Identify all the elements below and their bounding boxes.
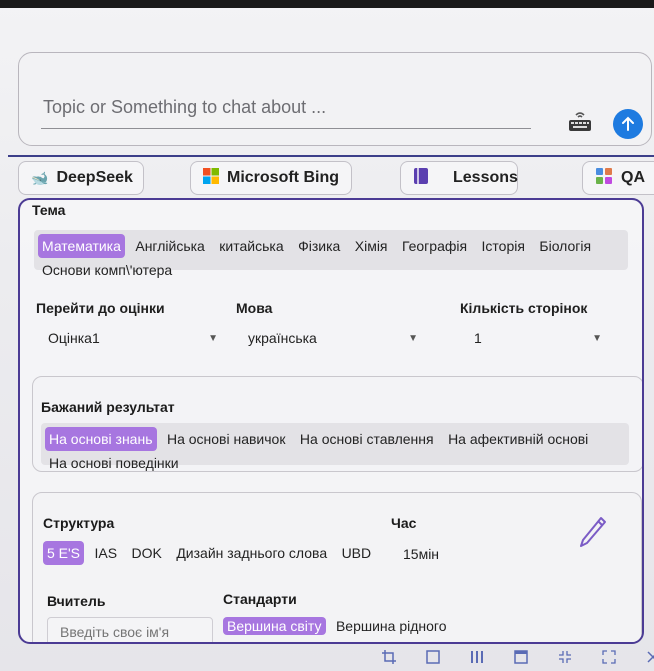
standards-chip-native[interactable]: Вершина рідного bbox=[332, 617, 451, 635]
pages-value: 1 bbox=[474, 330, 482, 346]
standards-label: Стандарти bbox=[223, 591, 297, 607]
topic-chip-history[interactable]: Історія bbox=[478, 234, 529, 258]
crop-icon[interactable] bbox=[380, 648, 398, 666]
outcome-title: Бажаний результат bbox=[41, 399, 175, 415]
shrink-icon[interactable] bbox=[556, 648, 574, 666]
chat-input[interactable] bbox=[41, 93, 531, 129]
outcome-chip-skills[interactable]: На основі навичок bbox=[163, 427, 290, 451]
pages-label: Кількість сторінок bbox=[460, 300, 588, 316]
grade-value: Оцінка1 bbox=[48, 330, 100, 346]
tab-microsoft-bing-label: Microsoft Bing bbox=[227, 169, 339, 186]
structure-chip-dok[interactable]: DOK bbox=[128, 541, 166, 565]
chat-input-container bbox=[18, 52, 652, 146]
chevron-down-icon: ▼ bbox=[408, 332, 418, 344]
tab-deepseek-label: DeepSeek bbox=[56, 169, 133, 186]
time-value[interactable]: 15мін bbox=[403, 546, 439, 562]
structure-chip-ias[interactable]: IAS bbox=[90, 541, 121, 565]
structure-chip-5es[interactable]: 5 E'S bbox=[43, 541, 85, 565]
columns-icon[interactable] bbox=[468, 648, 486, 666]
top-band bbox=[0, 0, 654, 8]
square-icon[interactable] bbox=[424, 648, 442, 666]
structure-chips: 5 E'S IAS DOK Дизайн заднього слова UBD bbox=[43, 541, 377, 565]
topic-chip-chemistry[interactable]: Хімія bbox=[351, 234, 392, 258]
structure-title: Структура bbox=[43, 515, 115, 531]
microsoft-logo-icon bbox=[203, 167, 219, 189]
send-button[interactable] bbox=[613, 109, 643, 139]
close-icon[interactable] bbox=[644, 648, 654, 666]
teacher-label: Вчитель bbox=[47, 593, 106, 609]
outcome-chip-behavior[interactable]: На основі поведінки bbox=[45, 451, 183, 475]
structure-card: Структура 5 E'S IAS DOK Дизайн заднього … bbox=[32, 492, 642, 642]
grade-select[interactable]: Оцінка1 ▼ bbox=[48, 330, 218, 346]
chevron-down-icon: ▼ bbox=[208, 332, 218, 344]
topic-chip-computer[interactable]: Основи комп\'ютера bbox=[38, 258, 176, 282]
lesson-settings-panel: Тема Математика Англійська китайська Фіз… bbox=[18, 198, 644, 644]
topic-chip-biology[interactable]: Біологія bbox=[535, 234, 595, 258]
outcome-chips: На основі знань На основі навичок На осн… bbox=[41, 423, 629, 471]
grade-label: Перейти до оцінки bbox=[36, 300, 165, 316]
language-value: українська bbox=[248, 330, 317, 346]
structure-chip-backward-design[interactable]: Дизайн заднього слова bbox=[172, 541, 331, 565]
expand-icon[interactable] bbox=[600, 648, 618, 666]
outcome-chip-knowledge[interactable]: На основі знань bbox=[45, 427, 157, 451]
time-label: Час bbox=[391, 515, 417, 531]
outcome-chip-affective[interactable]: На афективній основі bbox=[444, 427, 592, 451]
topic-chip-geography[interactable]: Географія bbox=[398, 234, 471, 258]
book-icon bbox=[413, 167, 429, 190]
structure-chip-ubd[interactable]: UBD bbox=[338, 541, 376, 565]
topic-chip-math[interactable]: Математика bbox=[38, 234, 125, 258]
topic-chip-physics[interactable]: Фізика bbox=[294, 234, 344, 258]
topic-chips: Математика Англійська китайська Фізика Х… bbox=[34, 230, 628, 278]
deepseek-icon: 🐋 bbox=[31, 169, 49, 186]
chevron-down-icon: ▼ bbox=[592, 332, 602, 344]
tab-microsoft-bing[interactable]: Microsoft Bing bbox=[190, 161, 352, 195]
tab-qa[interactable]: QA bbox=[582, 161, 654, 195]
pages-select[interactable]: 1 ▼ bbox=[474, 330, 602, 346]
topic-chip-english[interactable]: Англійська bbox=[131, 234, 208, 258]
arrow-up-icon bbox=[622, 116, 634, 131]
standards-chip-world[interactable]: Вершина світу bbox=[223, 617, 326, 635]
qa-icon bbox=[595, 167, 613, 190]
standards-chips: Вершина світу Вершина рідного bbox=[223, 617, 453, 636]
tab-deepseek[interactable]: 🐋 DeepSeek bbox=[18, 161, 144, 195]
window-icon[interactable] bbox=[512, 648, 530, 666]
outcome-chip-attitude[interactable]: На основі ставлення bbox=[296, 427, 438, 451]
topic-chip-chinese[interactable]: китайська bbox=[215, 234, 287, 258]
tab-lessons-label: Lessons bbox=[453, 169, 518, 186]
language-label: Мова bbox=[236, 300, 273, 316]
filters-row: Перейти до оцінки Оцінка1 ▼ Мова українс… bbox=[32, 280, 632, 360]
topic-title: Тема bbox=[32, 202, 66, 218]
tab-lessons[interactable]: Lessons bbox=[400, 161, 518, 195]
keyboard-icon[interactable] bbox=[567, 109, 593, 131]
divider bbox=[8, 155, 654, 157]
tab-qa-label: QA bbox=[621, 169, 645, 186]
teacher-name-input[interactable] bbox=[47, 617, 213, 642]
bottom-toolbar bbox=[380, 648, 654, 666]
pencil-icon[interactable] bbox=[577, 515, 607, 554]
outcome-card: Бажаний результат На основі знань На осн… bbox=[32, 376, 642, 472]
language-select[interactable]: українська ▼ bbox=[248, 330, 418, 346]
